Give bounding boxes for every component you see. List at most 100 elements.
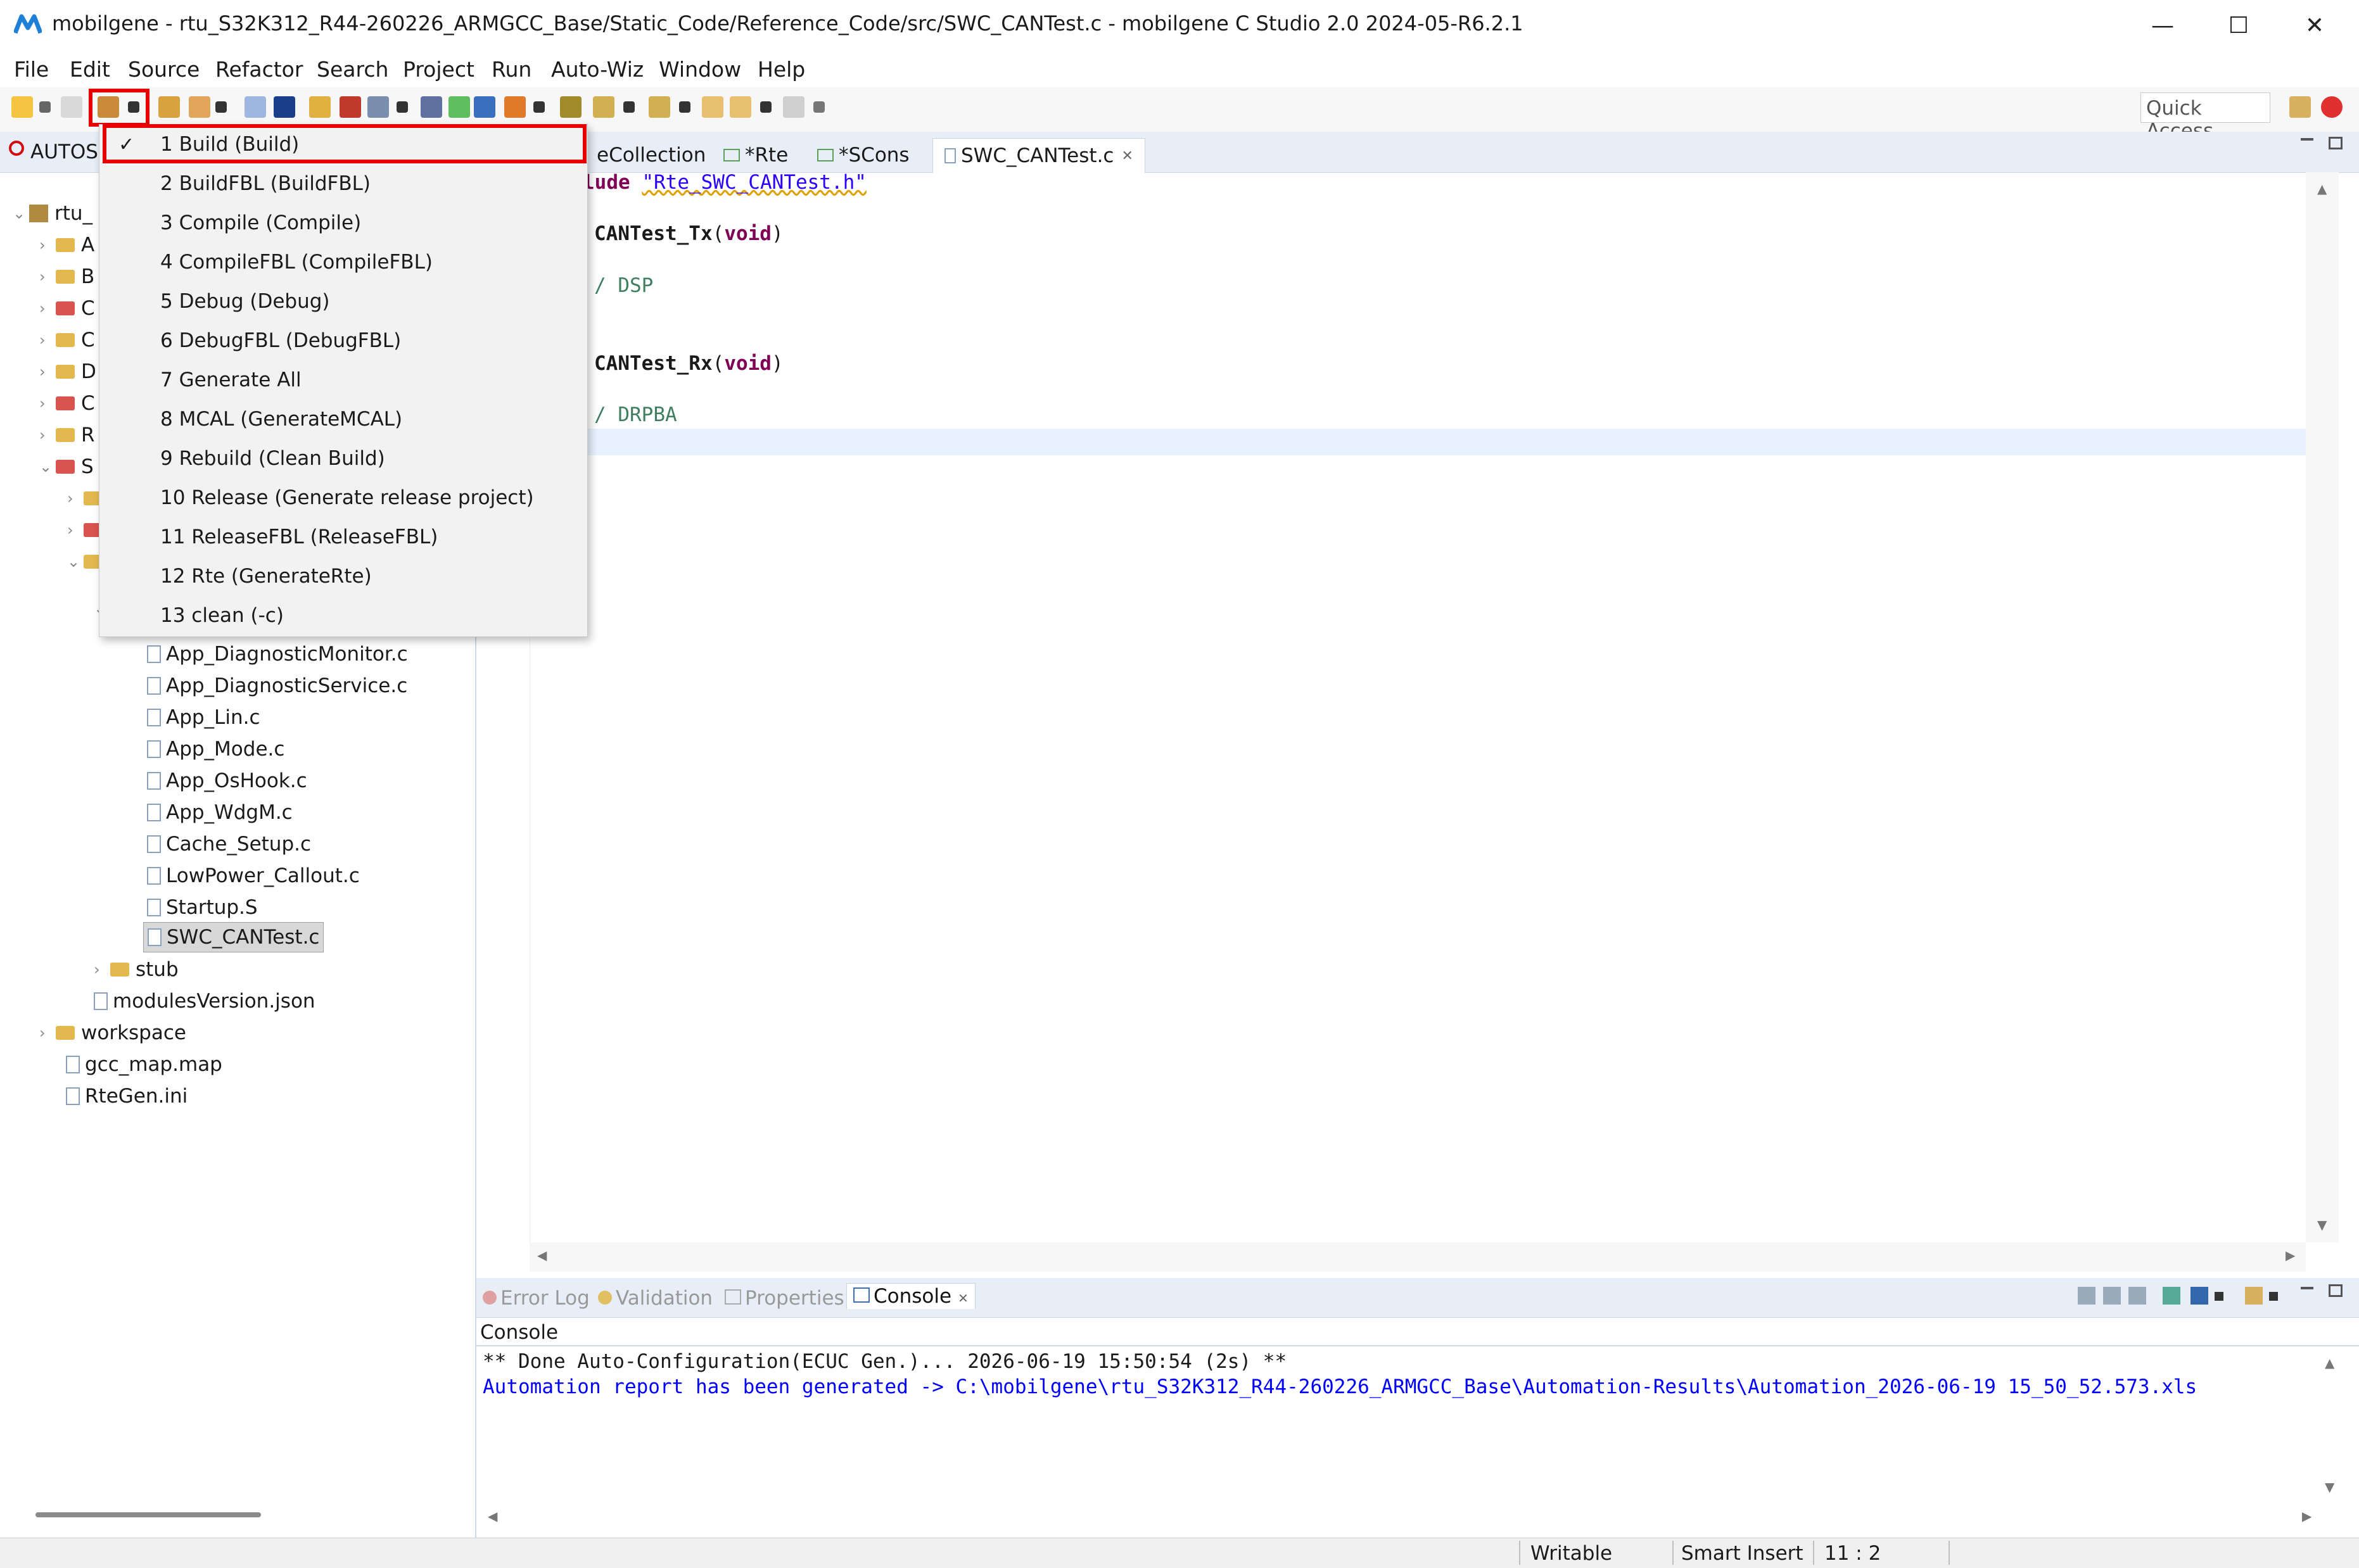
menu-help[interactable]: Help	[758, 57, 805, 82]
menu-window[interactable]: Window	[659, 57, 741, 82]
word-wrap-icon[interactable]	[2128, 1287, 2146, 1305]
hammer-build-icon[interactable]	[98, 96, 119, 118]
forward-dropdown-icon[interactable]	[813, 101, 825, 113]
warning-dropdown-icon[interactable]	[533, 101, 545, 113]
tree-file[interactable]: App_Lin.c	[147, 702, 260, 733]
menu-refactor[interactable]: Refactor	[215, 57, 303, 82]
build-dropdown-icon[interactable]	[128, 101, 139, 113]
menu-project[interactable]: Project	[403, 57, 474, 82]
tree-row-d[interactable]: › D	[39, 356, 96, 388]
last-edit-icon[interactable]	[702, 96, 723, 118]
menu-item-clean[interactable]: 13 clean (-c)	[99, 596, 587, 635]
menu-item-rebuild[interactable]: 9 Rebuild (Clean Build)	[99, 439, 587, 478]
tree-row-workspace[interactable]: › workspace	[39, 1017, 186, 1049]
editor-hscrollbar[interactable]: ◀ ▶	[530, 1242, 2306, 1272]
chevron-down-icon[interactable]: ⌄	[13, 205, 29, 222]
open-console-icon[interactable]	[2245, 1287, 2263, 1305]
table-icon[interactable]	[421, 96, 442, 118]
maximize-view-icon[interactable]	[2329, 137, 2343, 149]
chevron-right-icon[interactable]: ›	[67, 521, 84, 539]
chevron-down-icon[interactable]: ⌄	[39, 458, 56, 476]
new-dropdown-icon[interactable]	[39, 101, 51, 113]
scroll-right-icon[interactable]: ▶	[2302, 1508, 2311, 1524]
scroll-up-icon[interactable]: ▲	[2317, 181, 2327, 196]
tree-row-a[interactable]: › A	[39, 229, 94, 261]
perspective-icon[interactable]	[2321, 96, 2343, 118]
open-project-icon[interactable]	[158, 96, 180, 118]
tab-validation[interactable]: Validation	[598, 1287, 713, 1310]
tree-file[interactable]: App_OsHook.c	[147, 765, 307, 797]
tree-file[interactable]: RteGen.ini	[66, 1080, 188, 1112]
menu-search[interactable]: Search	[317, 57, 388, 82]
chevron-right-icon[interactable]: ›	[39, 395, 56, 412]
tab-console[interactable]: Console ✕	[846, 1283, 976, 1309]
quick-access-input[interactable]: Quick Access	[2140, 92, 2270, 142]
menu-auto-wiz[interactable]: Auto-Wiz	[551, 57, 644, 82]
tree-file[interactable]: App_WdgM.c	[147, 797, 293, 828]
export-dropdown-icon[interactable]	[397, 101, 408, 113]
highlight-icon[interactable]	[245, 96, 266, 118]
tab-error-log[interactable]: Error Log	[483, 1287, 590, 1310]
prev-annotation-icon[interactable]	[649, 96, 670, 118]
new-icon[interactable]	[11, 96, 33, 118]
mark-icon[interactable]	[309, 96, 331, 118]
chevron-right-icon[interactable]: ›	[39, 426, 56, 444]
menu-item-debug[interactable]: 5 Debug (Debug)	[99, 282, 587, 321]
pin-console-icon[interactable]	[2163, 1287, 2180, 1305]
minimize-view-icon[interactable]	[2301, 1287, 2313, 1289]
back-dropdown-icon[interactable]	[760, 101, 772, 113]
next-annotation-dropdown-icon[interactable]	[623, 101, 635, 113]
tree-row-c3[interactable]: › C	[39, 388, 95, 419]
tree-row-c1[interactable]: › C	[39, 293, 95, 324]
tab-swc-cantest[interactable]: SWC_CANTest.c ✕	[932, 138, 1145, 173]
tree-file[interactable]: Startup.S	[147, 892, 258, 923]
scroll-lock-icon[interactable]	[2103, 1287, 2121, 1305]
tab-ecollection[interactable]: eCollection	[597, 138, 706, 172]
rocket-icon[interactable]	[189, 96, 210, 118]
chevron-right-icon[interactable]: ›	[39, 236, 56, 254]
tab-properties[interactable]: Properties	[725, 1287, 844, 1310]
left-panel-hscrollbar[interactable]	[35, 1512, 261, 1517]
menu-item-releasefbl[interactable]: 11 ReleaseFBL (ReleaseFBL)	[99, 517, 587, 557]
menu-source[interactable]: Source	[128, 57, 200, 82]
scroll-right-icon[interactable]: ▶	[2286, 1248, 2295, 1263]
next-annotation-icon[interactable]	[593, 96, 614, 118]
console-link-line[interactable]: Automation report has been generated -> …	[483, 1375, 2197, 1398]
forward-icon[interactable]	[783, 96, 804, 118]
tab-scons[interactable]: *SCons	[817, 138, 910, 172]
warning-icon[interactable]	[504, 96, 526, 118]
menu-item-rte[interactable]: 12 Rte (GenerateRte)	[99, 557, 587, 596]
chevron-down-icon[interactable]: ⌄	[67, 553, 84, 571]
maximize-view-icon[interactable]	[2329, 1284, 2343, 1297]
menu-item-mcal[interactable]: 8 MCAL (GenerateMCAL)	[99, 400, 587, 439]
display-console-dropdown-icon[interactable]	[2215, 1292, 2223, 1301]
run-dropdown-icon[interactable]	[215, 101, 227, 113]
link-icon[interactable]	[560, 96, 582, 118]
code-editor[interactable]	[476, 132, 2359, 1272]
editor-vscrollbar[interactable]: ▲ ▼	[2306, 172, 2339, 1242]
tree-file-selected[interactable]: SWC_CANTest.c	[143, 922, 324, 952]
scroll-down-icon[interactable]: ▼	[2325, 1479, 2334, 1495]
type-icon[interactable]	[274, 96, 295, 118]
minimize-button[interactable]: —	[2125, 0, 2201, 51]
chevron-right-icon[interactable]: ›	[39, 268, 56, 286]
close-button[interactable]: ✕	[2277, 0, 2353, 51]
chevron-right-icon[interactable]: ›	[67, 490, 84, 507]
tree-file[interactable]: gcc_map.map	[66, 1049, 222, 1080]
menu-edit[interactable]: Edit	[70, 57, 110, 82]
tree-file[interactable]: App_Mode.c	[147, 733, 284, 765]
save-icon[interactable]	[61, 96, 82, 118]
tree-file[interactable]: App_DiagnosticService.c	[147, 670, 407, 702]
tree-row-r[interactable]: › R	[39, 419, 95, 451]
open-perspective-icon[interactable]	[2289, 96, 2311, 118]
scroll-up-icon[interactable]: ▲	[2325, 1355, 2334, 1370]
tree-file[interactable]: modulesVersion.json	[94, 985, 315, 1017]
menu-item-compile[interactable]: 3 Compile (Compile)	[99, 203, 587, 243]
scroll-left-icon[interactable]: ◀	[537, 1248, 547, 1263]
chevron-right-icon[interactable]: ›	[39, 300, 56, 317]
export-icon[interactable]	[367, 96, 389, 118]
back-icon[interactable]	[730, 96, 751, 118]
minimize-view-icon[interactable]	[2301, 138, 2313, 141]
tree-file[interactable]: App_DiagnosticMonitor.c	[147, 638, 408, 670]
clear-console-icon[interactable]	[2078, 1287, 2095, 1305]
